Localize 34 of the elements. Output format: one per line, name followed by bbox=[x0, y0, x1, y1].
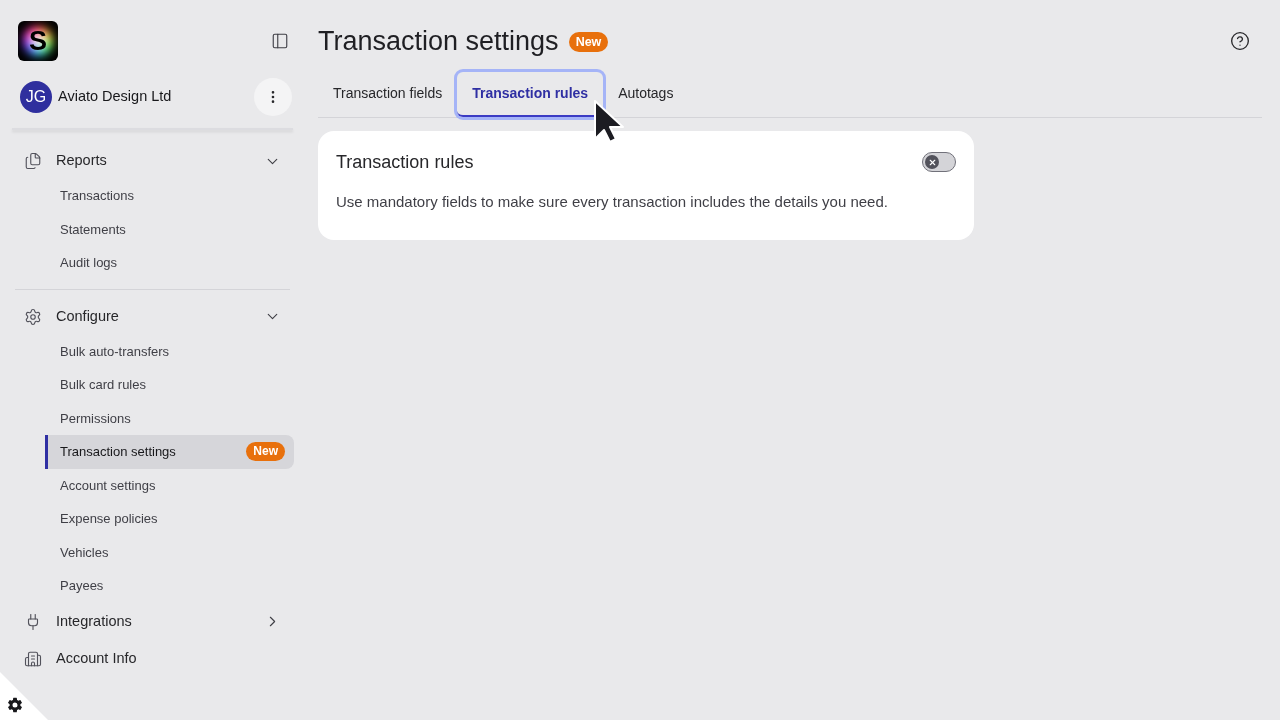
x-icon bbox=[925, 155, 939, 169]
gear-icon bbox=[24, 307, 42, 326]
nav-link[interactable]: Account Info bbox=[0, 640, 305, 677]
account-name: Aviato Design Ltd bbox=[58, 87, 173, 107]
nav-item[interactable]: Payees bbox=[45, 569, 294, 603]
nav-item[interactable]: Permissions bbox=[45, 401, 294, 435]
nav-item[interactable]: Audit logs bbox=[45, 246, 294, 280]
building-icon bbox=[24, 649, 42, 668]
nav-item[interactable]: Bulk auto-transfers bbox=[45, 334, 294, 368]
app-logo: S bbox=[18, 21, 58, 61]
nav-section[interactable]: Integrations bbox=[0, 603, 305, 640]
nav-section[interactable]: Configure bbox=[0, 298, 305, 335]
nav-item[interactable]: Account settings bbox=[45, 468, 294, 502]
page-title: Transaction settings bbox=[318, 25, 559, 58]
tab[interactable]: Transaction fields bbox=[318, 72, 458, 117]
new-badge: New bbox=[568, 32, 609, 52]
nav-section[interactable]: Reports bbox=[0, 143, 305, 179]
nav-item[interactable]: Transactions bbox=[45, 179, 294, 213]
new-badge: New bbox=[246, 442, 285, 462]
nav-item[interactable]: Vehicles bbox=[45, 535, 294, 569]
documents-icon bbox=[24, 152, 42, 170]
card-title: Transaction rules bbox=[336, 151, 474, 174]
tab[interactable]: Transaction rules bbox=[457, 72, 604, 117]
nav-item[interactable]: Transaction settings New bbox=[45, 435, 294, 469]
help-icon[interactable] bbox=[1230, 31, 1250, 51]
sidebar-toggle-icon[interactable] bbox=[271, 32, 289, 50]
tab[interactable]: Autotags bbox=[603, 72, 689, 117]
nav-item[interactable]: Bulk card rules bbox=[45, 368, 294, 402]
nav-item[interactable]: Expense policies bbox=[45, 502, 294, 536]
toggle-switch[interactable] bbox=[922, 152, 956, 172]
avatar: JG bbox=[20, 81, 52, 113]
settings-icon bbox=[7, 697, 23, 713]
card-description: Use mandatory fields to make sure every transaction includes the details you need. bbox=[336, 192, 889, 212]
nav-item[interactable]: Statements bbox=[45, 212, 294, 246]
